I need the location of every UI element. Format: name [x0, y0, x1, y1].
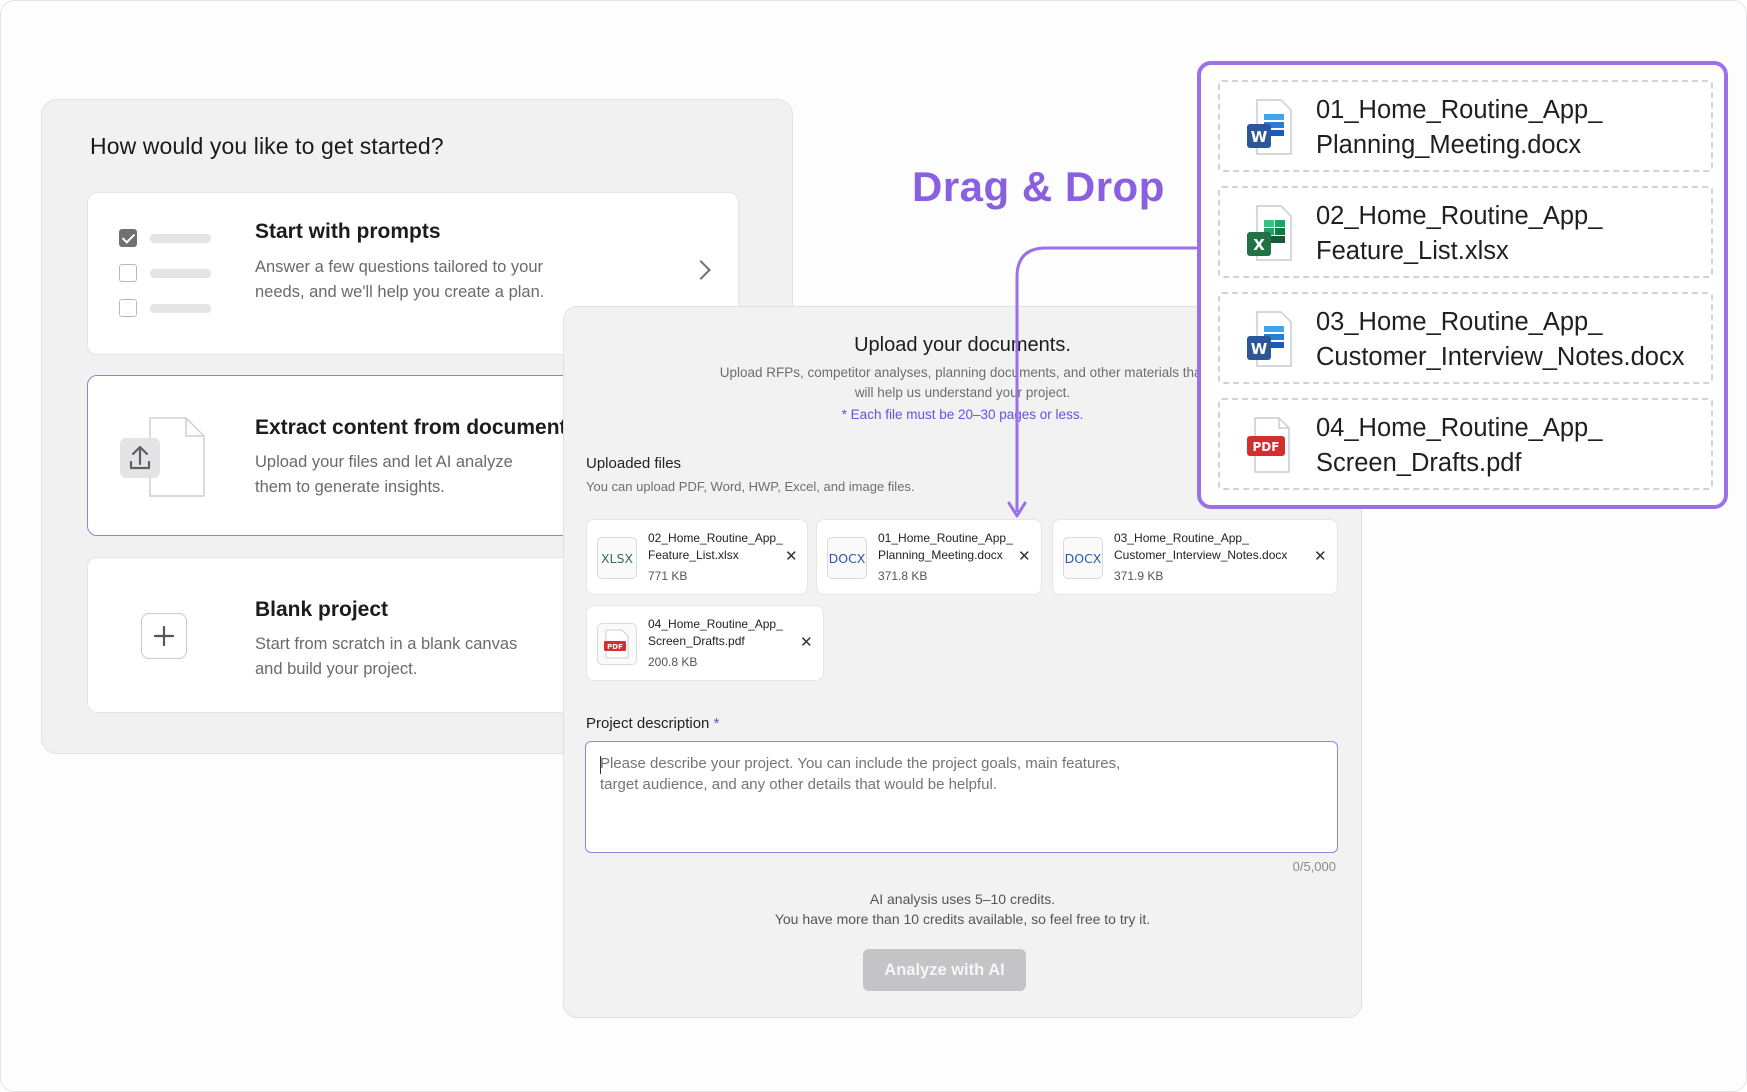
uploaded-files-label: Uploaded files [586, 455, 682, 472]
document-upload-icon [120, 417, 205, 497]
file-name: 04_Home_Routine_App_ Screen_Drafts.pdf [648, 617, 783, 648]
dragged-file-item[interactable]: W 03_Home_Routine_App_ Customer_Intervie… [1218, 292, 1713, 384]
remove-file-icon[interactable]: ✕ [785, 547, 798, 565]
word-icon: W [1247, 99, 1292, 155]
dragged-file-item[interactable]: X 02_Home_Routine_App_ Feature_List.xlsx [1218, 186, 1713, 278]
file-size: 771 KB [648, 569, 688, 583]
svg-text:PDF: PDF [1253, 440, 1280, 454]
drag-drop-label: Drag & Drop [912, 163, 1165, 210]
checklist-illustration-row [119, 229, 219, 247]
svg-text:W: W [1251, 128, 1268, 146]
docx-file-icon: DOCX [1063, 537, 1103, 579]
analyze-with-ai-button[interactable]: Analyze with AI [863, 949, 1026, 991]
chevron-right-icon [691, 260, 711, 280]
dragged-file-name: 04_Home_Routine_App_ Screen_Drafts.pdf [1316, 414, 1603, 477]
remove-file-icon[interactable]: ✕ [800, 633, 813, 651]
dragged-file-item[interactable]: PDF 04_Home_Routine_App_ Screen_Drafts.p… [1218, 398, 1713, 490]
checklist-illustration-row [119, 264, 219, 282]
drag-drop-files-box: W 01_Home_Routine_App_ Planning_Meeting.… [1197, 61, 1728, 509]
project-description-input[interactable] [600, 753, 1160, 833]
plus-icon [141, 613, 187, 659]
checkbox-checked-icon [119, 229, 137, 247]
xlsx-file-icon: XLSX [597, 537, 637, 579]
project-description-field[interactable] [585, 741, 1338, 853]
remove-file-icon[interactable]: ✕ [1314, 547, 1327, 565]
credits-info: AI analysis uses 5–10 credits. You have … [564, 889, 1361, 929]
uploaded-file-chip: XLSX 02_Home_Routine_App_ Feature_List.x… [586, 519, 808, 595]
panel-title: How would you like to get started? [90, 133, 444, 159]
dragged-file-name: 01_Home_Routine_App_ Planning_Meeting.do… [1316, 96, 1603, 159]
option-title: Start with prompts [255, 220, 441, 243]
checklist-illustration-row [119, 299, 219, 317]
file-size: 371.9 KB [1114, 569, 1164, 583]
svg-text:X: X [1253, 236, 1265, 254]
pdf-file-type: PDF [607, 643, 623, 651]
word-icon: W [1247, 311, 1292, 367]
option-title: Extract content from documents [255, 416, 579, 439]
credits-line: AI analysis uses 5–10 credits. [869, 891, 1056, 907]
placeholder-line [150, 304, 211, 313]
option-description: Upload your files and let AI analyze the… [255, 453, 513, 496]
project-description-label-text: Project description [586, 715, 710, 732]
option-description: Answer a few questions tailored to your … [255, 258, 545, 301]
upload-subtitle: Upload RFPs, competitor analyses, planni… [719, 365, 1206, 400]
file-name: 01_Home_Routine_App_ Planning_Meeting.do… [878, 531, 1013, 562]
option-description: Start from scratch in a blank canvas and… [255, 635, 518, 678]
dragged-file-item[interactable]: W 01_Home_Routine_App_ Planning_Meeting.… [1218, 80, 1713, 172]
file-name: 02_Home_Routine_App_ Feature_List.xlsx [648, 531, 783, 562]
credits-line: You have more than 10 credits available,… [774, 911, 1151, 927]
uploaded-file-chip: PDF 04_Home_Routine_App_ Screen_Drafts.p… [586, 605, 824, 681]
uploaded-file-chip: DOCX 03_Home_Routine_App_ Customer_Inter… [1052, 519, 1338, 595]
file-size: 371.8 KB [878, 569, 928, 583]
file-name: 03_Home_Routine_App_ Customer_Interview_… [1114, 531, 1288, 562]
pdf-file-icon: PDF [597, 623, 637, 665]
uploaded-files-hint: You can upload PDF, Word, HWP, Excel, an… [586, 479, 915, 494]
checkbox-empty-icon [119, 264, 137, 282]
dragged-file-name: 02_Home_Routine_App_ Feature_List.xlsx [1316, 202, 1603, 265]
remove-file-icon[interactable]: ✕ [1018, 547, 1031, 565]
uploaded-file-chip: DOCX 01_Home_Routine_App_ Planning_Meeti… [816, 519, 1042, 595]
placeholder-line [150, 234, 211, 243]
checkbox-empty-icon [119, 299, 137, 317]
option-title: Blank project [255, 598, 389, 621]
dragged-file-name: 03_Home_Routine_App_ Customer_Interview_… [1316, 308, 1685, 371]
svg-text:W: W [1251, 340, 1268, 358]
char-counter: 0/5,000 [1292, 859, 1336, 874]
file-size: 200.8 KB [648, 655, 698, 669]
project-description-label: Project description * [586, 715, 719, 732]
required-mark: * [713, 715, 720, 732]
docx-file-icon: DOCX [827, 537, 867, 579]
placeholder-line [150, 269, 211, 278]
excel-icon: X [1247, 205, 1292, 261]
pdf-icon: PDF [1247, 417, 1290, 473]
